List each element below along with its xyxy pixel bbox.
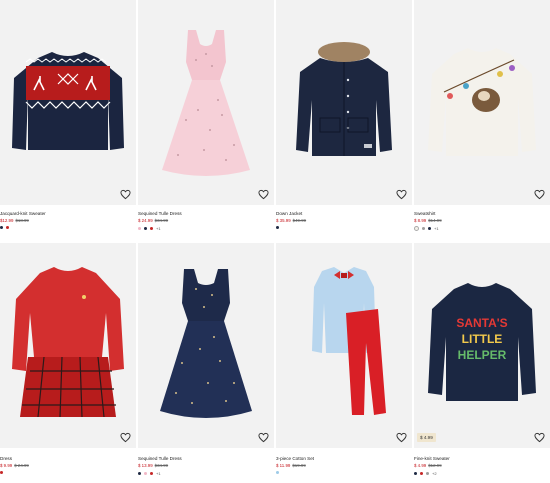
product-name[interactable]: Fine-knit Sweater: [414, 456, 450, 461]
color-swatches: +1: [414, 226, 439, 231]
sale-price: $ 13.99: [138, 463, 153, 468]
favorite-heart-icon[interactable]: [396, 189, 407, 200]
color-swatches: [276, 226, 279, 229]
color-swatch[interactable]: [0, 226, 3, 229]
color-swatch[interactable]: [144, 472, 147, 475]
product-price: $12.99 $18.99: [0, 218, 29, 223]
regular-price: $49.99: [292, 218, 307, 223]
color-swatch[interactable]: [138, 472, 141, 475]
santas-helper-sweater-illustration: SANTA'S LITTLE HELPER: [428, 283, 536, 401]
navy-tulle-dress-illustration: [160, 269, 252, 418]
regular-price: $14.99: [428, 218, 442, 223]
color-swatch[interactable]: [414, 226, 419, 231]
sale-price: $ 4.99: [414, 463, 427, 468]
color-swatch[interactable]: [150, 227, 153, 230]
product-name[interactable]: Jacquard-knit Sweater: [0, 211, 46, 216]
down-jacket-illustration: [296, 42, 392, 156]
color-swatches: +2: [414, 471, 437, 476]
color-swatches: [0, 226, 9, 229]
product-image[interactable]: [138, 0, 274, 205]
more-colors-count[interactable]: +2: [432, 471, 437, 476]
product-image[interactable]: [138, 243, 274, 448]
regular-price: $34.99: [154, 463, 169, 468]
product-name[interactable]: 3-piece Cotton Set: [276, 456, 314, 461]
sale-price: $ 11.99: [276, 463, 291, 468]
red-plaid-dress-illustration: [12, 267, 124, 418]
product-image[interactable]: [414, 0, 550, 205]
favorite-heart-icon[interactable]: [396, 432, 407, 443]
sale-price: $ 9.99: [0, 463, 13, 468]
favorite-heart-icon[interactable]: [534, 432, 545, 443]
color-swatches: [276, 471, 279, 474]
product-image[interactable]: [276, 243, 412, 448]
color-swatches: +1: [138, 226, 161, 231]
cotton-set-illustration: [312, 267, 386, 415]
favorite-heart-icon[interactable]: [258, 432, 269, 443]
product-image[interactable]: [0, 243, 136, 448]
sweater-text-line-3: HELPER: [458, 348, 507, 362]
jacquard-sweater-illustration: [12, 52, 124, 150]
product-price: $ 9.99 $ 24.99: [0, 463, 29, 468]
favorite-heart-icon[interactable]: [120, 432, 131, 443]
product-image[interactable]: [0, 0, 136, 205]
color-swatch[interactable]: [6, 226, 9, 229]
regular-price: $34.99: [154, 218, 169, 223]
color-swatch[interactable]: [426, 472, 429, 475]
product-name[interactable]: Sequined Tulle Dress: [138, 211, 182, 216]
sweater-text-line-1: SANTA'S: [456, 316, 507, 330]
color-swatch[interactable]: [428, 227, 431, 230]
product-image[interactable]: [276, 0, 412, 205]
regular-price: $18.99: [15, 218, 29, 223]
regular-price: $19.99: [292, 463, 306, 468]
product-price: $ 35.99 $49.99: [276, 218, 306, 223]
product-price: $ 4.99 $12.99: [414, 463, 442, 468]
color-swatches: +1: [138, 471, 161, 476]
product-price: $ 8.99 $14.99: [414, 218, 442, 223]
product-name[interactable]: Sweatshirt: [414, 211, 435, 216]
color-swatch[interactable]: [150, 472, 153, 475]
sloth-sweatshirt-illustration: [428, 48, 536, 156]
price-badge: $ 4.99: [417, 433, 436, 442]
sweater-text-line-2: LITTLE: [462, 332, 503, 346]
sale-price: $12.99: [0, 218, 14, 223]
product-price: $ 11.99 $19.99: [276, 463, 306, 468]
regular-price: $12.99: [428, 463, 442, 468]
product-grid: Jacquard-knit Sweater $12.99 $18.99 Sequ…: [0, 0, 550, 483]
product-price: $ 13.99 $34.99: [138, 463, 168, 468]
color-swatches: [0, 471, 3, 474]
color-swatch[interactable]: [138, 227, 141, 230]
product-name[interactable]: Sequined Tulle Dress: [138, 456, 182, 461]
color-swatch[interactable]: [276, 226, 279, 229]
more-colors-count[interactable]: +1: [156, 226, 161, 231]
regular-price: $ 24.99: [14, 463, 29, 468]
pink-tulle-dress-illustration: [162, 30, 250, 176]
color-swatch[interactable]: [422, 227, 425, 230]
sale-price: $ 8.99: [414, 218, 427, 223]
color-swatch[interactable]: [276, 471, 279, 474]
favorite-heart-icon[interactable]: [534, 189, 545, 200]
product-name[interactable]: Down Jacket: [276, 211, 302, 216]
color-swatch[interactable]: [420, 472, 423, 475]
sale-price: $ 24.99: [138, 218, 153, 223]
more-colors-count[interactable]: +1: [434, 226, 439, 231]
product-image[interactable]: SANTA'S LITTLE HELPER $ 4.99: [414, 243, 550, 448]
favorite-heart-icon[interactable]: [258, 189, 269, 200]
product-price: $ 24.99 $34.99: [138, 218, 168, 223]
more-colors-count[interactable]: +1: [156, 471, 161, 476]
favorite-heart-icon[interactable]: [120, 189, 131, 200]
sale-price: $ 35.99: [276, 218, 291, 223]
color-swatch[interactable]: [414, 472, 417, 475]
color-swatch[interactable]: [144, 227, 147, 230]
product-name[interactable]: Dress: [0, 456, 12, 461]
color-swatch[interactable]: [0, 471, 3, 474]
